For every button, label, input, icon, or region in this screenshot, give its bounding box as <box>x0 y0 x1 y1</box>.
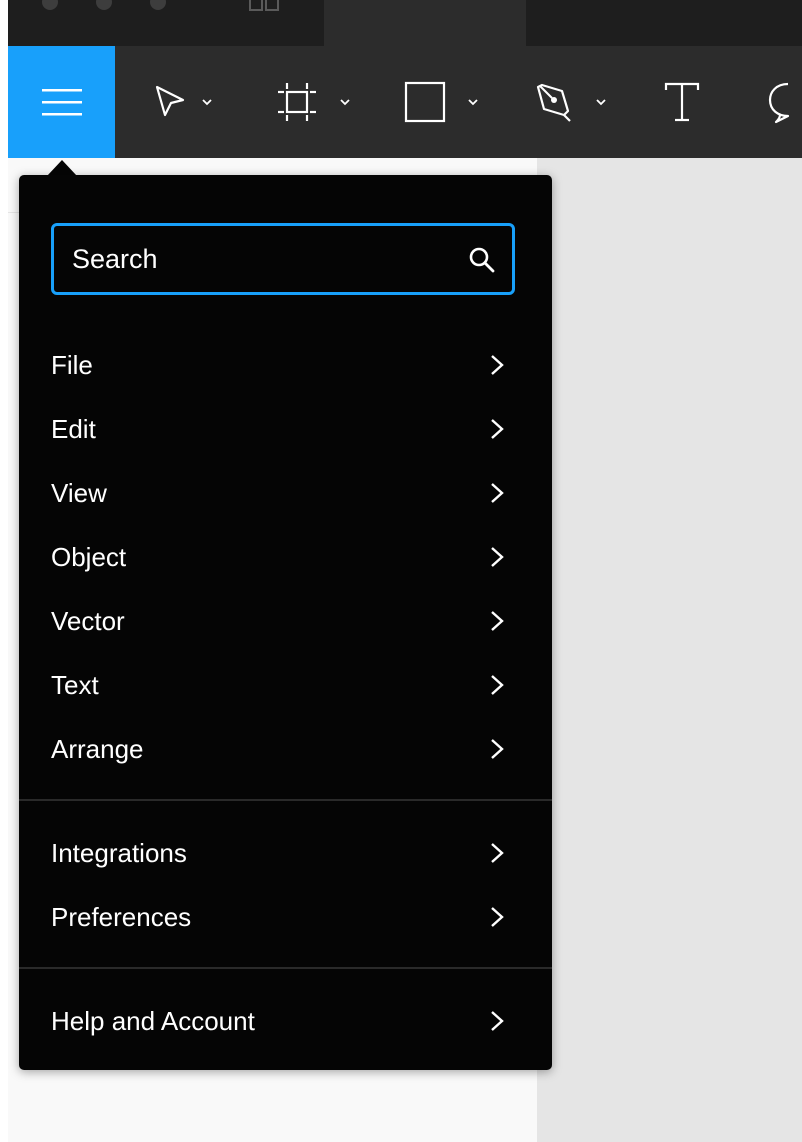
comment-tool[interactable] <box>766 46 802 158</box>
frame-icon <box>278 83 316 121</box>
frame-tool[interactable] <box>276 46 352 158</box>
chevron-down-icon <box>596 99 606 106</box>
menu-item-label: Preferences <box>51 902 192 932</box>
chevron-right-icon <box>491 547 504 567</box>
window-control-dot[interactable] <box>42 0 58 10</box>
chevron-right-icon <box>491 611 504 631</box>
chevron-right-icon <box>491 675 504 695</box>
menu-divider <box>19 967 552 969</box>
design-canvas[interactable] <box>537 158 802 1142</box>
hamburger-icon <box>41 89 82 116</box>
chevron-right-icon <box>491 843 504 863</box>
menu-item-label: View <box>51 478 107 508</box>
app-window: File Edit View Object Vector Text Arrang… <box>0 0 802 1142</box>
menu-item-arrange[interactable]: Arrange <box>19 719 552 779</box>
active-tab[interactable] <box>324 0 526 46</box>
main-menu-dropdown: File Edit View Object Vector Text Arrang… <box>19 175 552 1070</box>
cursor-arrow-icon <box>155 85 185 117</box>
main-menu-button[interactable] <box>8 46 115 158</box>
toolbar <box>8 46 802 158</box>
pen-icon <box>536 83 571 122</box>
chevron-right-icon <box>491 907 504 927</box>
menu-search-box[interactable] <box>51 223 515 295</box>
menu-item-label: Help and Account <box>51 1006 255 1036</box>
menu-item-label: Text <box>51 670 99 700</box>
menu-item-label: Vector <box>51 606 125 636</box>
menu-item-label: File <box>51 350 93 380</box>
menu-item-help-and-account[interactable]: Help and Account <box>19 991 552 1051</box>
menu-item-integrations[interactable]: Integrations <box>19 823 552 883</box>
chevron-down-icon <box>202 99 212 106</box>
menu-item-label: Object <box>51 542 127 572</box>
pen-tool[interactable] <box>534 46 608 158</box>
chevron-right-icon <box>491 355 504 375</box>
chevron-right-icon <box>491 483 504 503</box>
menu-item-view[interactable]: View <box>19 463 552 523</box>
window-control-dot[interactable] <box>96 0 112 10</box>
text-icon <box>664 82 700 122</box>
menu-item-vector[interactable]: Vector <box>19 591 552 651</box>
chevron-right-icon <box>491 739 504 759</box>
tab-strip <box>8 0 802 46</box>
menu-item-label: Edit <box>51 414 96 444</box>
search-icon <box>469 247 495 273</box>
menu-item-text[interactable]: Text <box>19 655 552 715</box>
rectangle-icon <box>404 81 446 123</box>
chevron-down-icon <box>340 99 350 106</box>
menu-item-object[interactable]: Object <box>19 527 552 587</box>
chevron-right-icon <box>491 419 504 439</box>
text-tool[interactable] <box>662 46 702 158</box>
menu-divider <box>19 799 552 801</box>
chevron-right-icon <box>491 1011 504 1031</box>
shape-tool[interactable] <box>404 46 480 158</box>
menu-item-label: Integrations <box>51 838 187 868</box>
move-tool[interactable] <box>152 46 214 158</box>
menu-search-input[interactable] <box>72 226 462 292</box>
chevron-down-icon <box>468 99 478 106</box>
menu-item-preferences[interactable]: Preferences <box>19 887 552 947</box>
comment-icon <box>768 82 790 124</box>
menu-item-label: Arrange <box>51 734 144 764</box>
grid-icon[interactable] <box>248 0 280 14</box>
menu-item-edit[interactable]: Edit <box>19 399 552 459</box>
menu-item-file[interactable]: File <box>19 335 552 395</box>
menu-caret <box>47 160 77 176</box>
window-control-dot[interactable] <box>150 0 166 10</box>
